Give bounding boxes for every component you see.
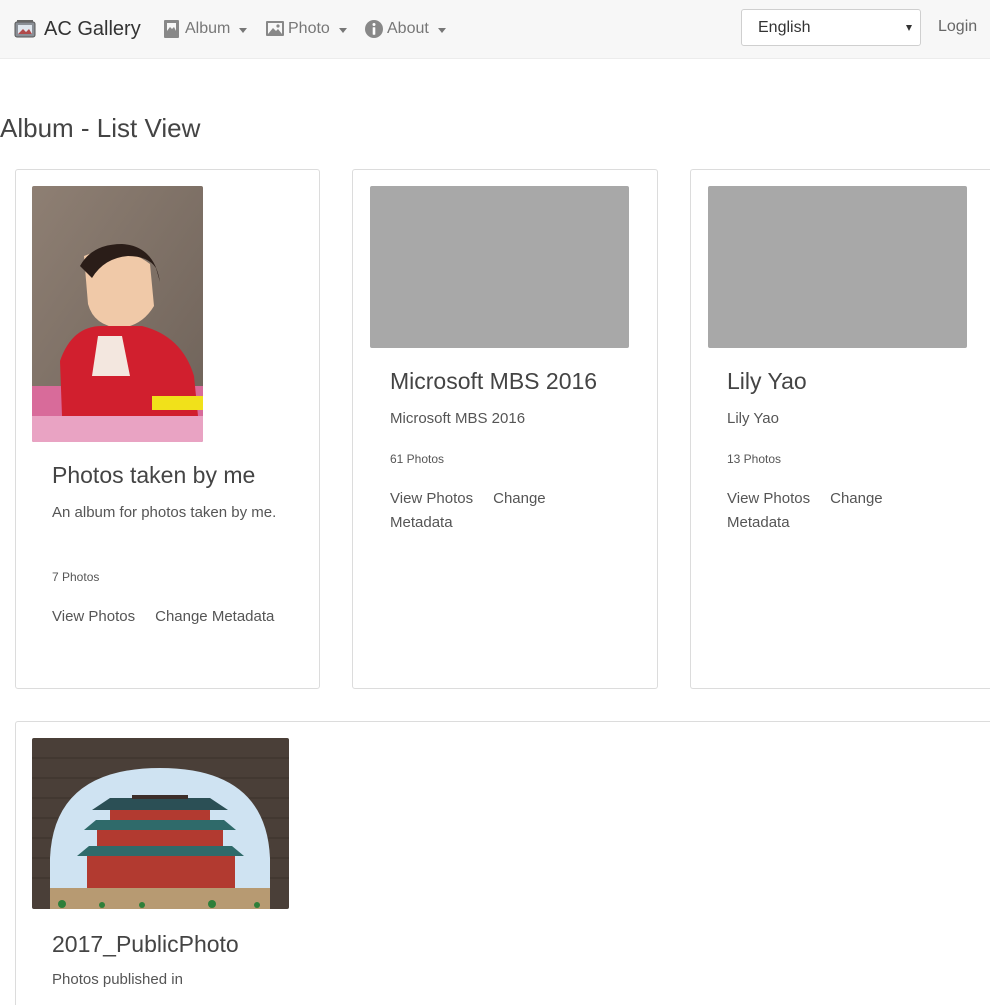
album-menu-label: Album <box>185 20 231 37</box>
change-metadata-link[interactable]: Change Metadata <box>155 608 274 625</box>
album-icon <box>164 20 179 38</box>
image-icon <box>266 21 284 36</box>
album-title: Photos taken by me <box>52 462 256 488</box>
dropdown-arrow-icon <box>906 25 912 31</box>
album-title: Microsoft MBS 2016 <box>390 368 598 394</box>
view-photos-link[interactable]: View Photos <box>390 490 473 507</box>
view-photos-link[interactable]: View Photos <box>52 608 135 625</box>
view-photos-link[interactable]: View Photos <box>727 490 810 507</box>
album-cover-placeholder[interactable] <box>708 186 967 348</box>
album-photo-count: 61 Photos <box>390 452 445 466</box>
language-select-value: English <box>758 18 811 36</box>
chevron-down-icon <box>338 28 347 33</box>
chevron-down-icon <box>239 28 248 33</box>
album-description: An album for photos taken by me. <box>52 504 277 521</box>
album-description: Lily Yao <box>727 410 779 427</box>
album-title: Lily Yao <box>727 368 807 394</box>
album-photo-count: 13 Photos <box>727 452 782 466</box>
album-actions: View Photos Change Metadata <box>390 487 590 535</box>
info-icon <box>365 20 383 38</box>
album-card: Microsoft MBS 2016 Microsoft MBS 2016 61… <box>352 169 658 689</box>
album-description: Photos published in <box>52 971 183 988</box>
album-cover-placeholder[interactable] <box>370 186 629 348</box>
about-menu-label: About <box>387 20 429 37</box>
gate-tower-image <box>32 738 289 909</box>
album-actions: View Photos Change Metadata <box>727 487 927 535</box>
login-link[interactable]: Login <box>938 18 977 36</box>
album-menu[interactable]: Album <box>162 14 248 44</box>
album-photo-count: 7 Photos <box>52 570 100 584</box>
album-card: Photos taken by me An album for photos t… <box>15 169 320 689</box>
navbar: AC Gallery Album Photo About English Log… <box>0 0 990 59</box>
chevron-down-icon <box>437 28 446 33</box>
about-menu[interactable]: About <box>364 14 446 44</box>
gallery-icon <box>14 20 36 38</box>
album-card: Lily Yao Lily Yao 13 Photos View Photos C… <box>690 169 990 689</box>
brand-name: AC Gallery <box>44 17 141 40</box>
brand[interactable]: AC Gallery <box>14 14 141 44</box>
album-cover-photo[interactable] <box>32 186 203 442</box>
page-title: Album - List View <box>0 113 201 143</box>
photo-menu[interactable]: Photo <box>265 14 347 44</box>
album-title: 2017_PublicPhoto <box>52 931 239 957</box>
album-cover-photo[interactable] <box>32 738 289 909</box>
language-select[interactable]: English <box>741 9 921 46</box>
album-description: Microsoft MBS 2016 <box>390 410 526 427</box>
album-card: 2017_PublicPhoto Photos published in <box>15 721 990 1005</box>
girl-portrait-image <box>32 186 203 442</box>
album-actions: View Photos Change Metadata <box>52 605 282 629</box>
photo-menu-label: Photo <box>288 20 330 37</box>
